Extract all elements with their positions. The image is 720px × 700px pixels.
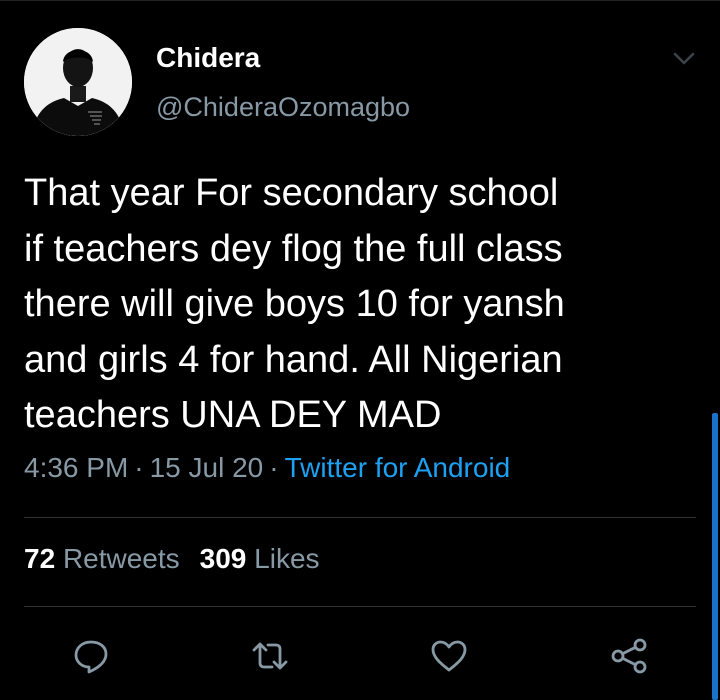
likes-count: 309 (199, 543, 247, 574)
share-button[interactable] (609, 636, 649, 676)
retweet-button[interactable] (250, 636, 290, 676)
tweet-text-line: there will give boys 10 for yansh (24, 283, 565, 325)
tweet-stats: 72 Retweets 309 Likes (24, 543, 320, 575)
likes-label: Likes (254, 543, 320, 574)
meta-separator: · (134, 452, 144, 483)
tweet-time: 4:36 PM (24, 452, 129, 483)
tweet-date: 15 Jul 20 (149, 452, 264, 483)
meta-separator: · (269, 452, 279, 483)
chevron-down-icon[interactable] (670, 48, 698, 68)
scrollbar[interactable] (712, 413, 718, 700)
likes-stat[interactable]: 309 Likes (200, 543, 320, 574)
tweet-text-line: if teachers dey flog the full class (24, 227, 563, 270)
retweets-label: Retweets (62, 543, 180, 574)
tweet-source-link[interactable]: Twitter for Android (285, 452, 511, 483)
display-name[interactable]: Chidera (156, 42, 260, 74)
divider (24, 606, 696, 607)
reply-icon (74, 640, 108, 674)
like-icon (431, 640, 467, 672)
avatar-photo (24, 28, 132, 136)
retweets-count: 72 (24, 543, 56, 574)
tweet-text-line: and girls 4 for hand. All Nigerian (24, 338, 563, 381)
avatar[interactable] (24, 28, 132, 136)
tweet-detail: Chidera @ChideraOzomagbo That year For s… (0, 0, 720, 700)
tweet-text-line: teachers UNA DEY MAD (24, 394, 442, 436)
like-button[interactable] (429, 636, 469, 676)
reply-button[interactable] (71, 636, 111, 676)
divider (24, 517, 696, 518)
tweet-meta: 4:36 PM · 15 Jul 20 · Twitter for Android (24, 452, 510, 484)
retweet-icon (252, 642, 288, 670)
user-handle[interactable]: @ChideraOzomagbo (156, 92, 410, 123)
top-divider (0, 0, 720, 1)
tweet-text-line: That year For secondary school (24, 172, 559, 214)
retweets-stat[interactable]: 72 Retweets (24, 543, 180, 574)
tweet-text: That year For secondary school if teache… (24, 166, 694, 444)
share-icon (611, 638, 647, 674)
